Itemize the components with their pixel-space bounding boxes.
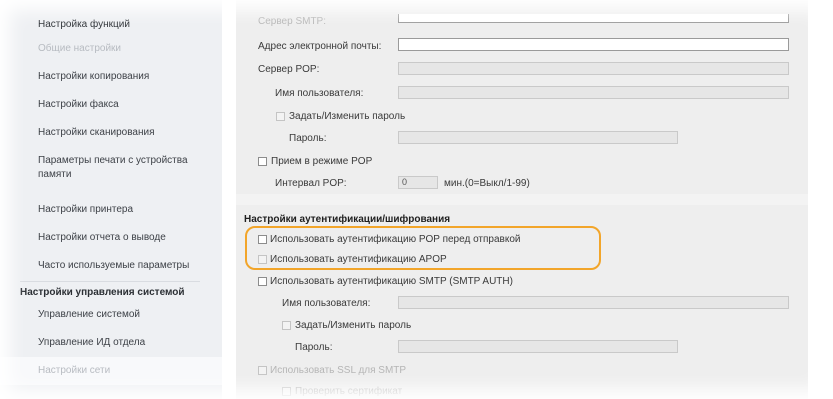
sidebar-item-system-management[interactable]: Управление системой — [0, 308, 222, 322]
auth-heading: Настройки аутентификации/шифрования — [244, 214, 451, 225]
sidebar-item-memory-print[interactable]: Параметры печати с устройства памяти — [0, 154, 200, 182]
sidebar-item-copy[interactable]: Настройки копирования — [0, 70, 222, 84]
sidebar-item-dept-id[interactable]: Управление ИД отдела — [0, 336, 222, 350]
sidebar: Настройка функций Общие настройки Настро… — [0, 0, 222, 399]
sidebar-item-fax[interactable]: Настройки факса — [0, 98, 222, 112]
pop-password-field[interactable] — [398, 131, 678, 144]
pop-username-label: Имя пользователя: — [275, 88, 364, 99]
sidebar-section-system: Настройки управления системой — [20, 287, 185, 298]
smtp-server-field[interactable] — [398, 14, 789, 23]
email-address-label: Адрес электронной почты: — [258, 41, 382, 52]
verify-cert-label: Проверить сертификат — [295, 386, 403, 397]
highlight-frame — [245, 226, 601, 270]
sidebar-header: Настройка функций — [38, 19, 130, 30]
smtp-server-label: Сервер SMTP: — [258, 16, 327, 27]
sidebar-item-scan[interactable]: Настройки сканирования — [0, 126, 222, 140]
smtp-password-label: Пароль: — [295, 342, 333, 353]
pop-receive-checkbox[interactable] — [258, 157, 267, 166]
smtp-auth-checkbox[interactable] — [258, 277, 267, 286]
ssl-smtp-checkbox[interactable] — [258, 366, 267, 375]
ssl-smtp-label: Использовать SSL для SMTP — [270, 365, 407, 376]
set-password-label: Задать/Изменить пароль — [289, 111, 406, 122]
email-address-field[interactable] — [398, 38, 789, 51]
smtp-username-field[interactable] — [398, 296, 789, 309]
set-password-checkbox[interactable] — [276, 112, 285, 121]
sidebar-item-network[interactable]: Настройки сети — [0, 357, 222, 385]
pop-receive-label: Прием в режиме POP — [271, 156, 373, 167]
sidebar-item-favorites[interactable]: Часто используемые параметры — [0, 259, 222, 273]
pop-username-field[interactable] — [398, 86, 789, 99]
pop-interval-unit: мин.(0=Выкл/1-99) — [444, 178, 530, 189]
pop-server-label: Сервер POP: — [258, 64, 320, 75]
smtp-auth-label: Использовать аутентификацию SMTP (SMTP A… — [270, 276, 513, 287]
pop-password-label: Пароль: — [289, 133, 327, 144]
sidebar-item-output-report[interactable]: Настройки отчета о выводе — [0, 231, 222, 245]
verify-cert-checkbox[interactable] — [282, 387, 291, 396]
pop-interval-label: Интервал POP: — [275, 178, 347, 189]
sidebar-item-printer[interactable]: Настройки принтера — [0, 203, 222, 217]
pop-server-field[interactable] — [398, 62, 789, 75]
smtp-set-password-checkbox[interactable] — [282, 321, 291, 330]
smtp-password-field[interactable] — [398, 340, 678, 353]
sidebar-divider — [20, 281, 200, 282]
pop-interval-field[interactable]: 0 — [398, 176, 438, 189]
smtp-username-label: Имя пользователя: — [282, 298, 371, 309]
sidebar-item-general[interactable]: Общие настройки — [0, 42, 222, 56]
pop-interval-value: 0 — [402, 177, 408, 187]
smtp-set-password-label: Задать/Изменить пароль — [295, 320, 412, 331]
